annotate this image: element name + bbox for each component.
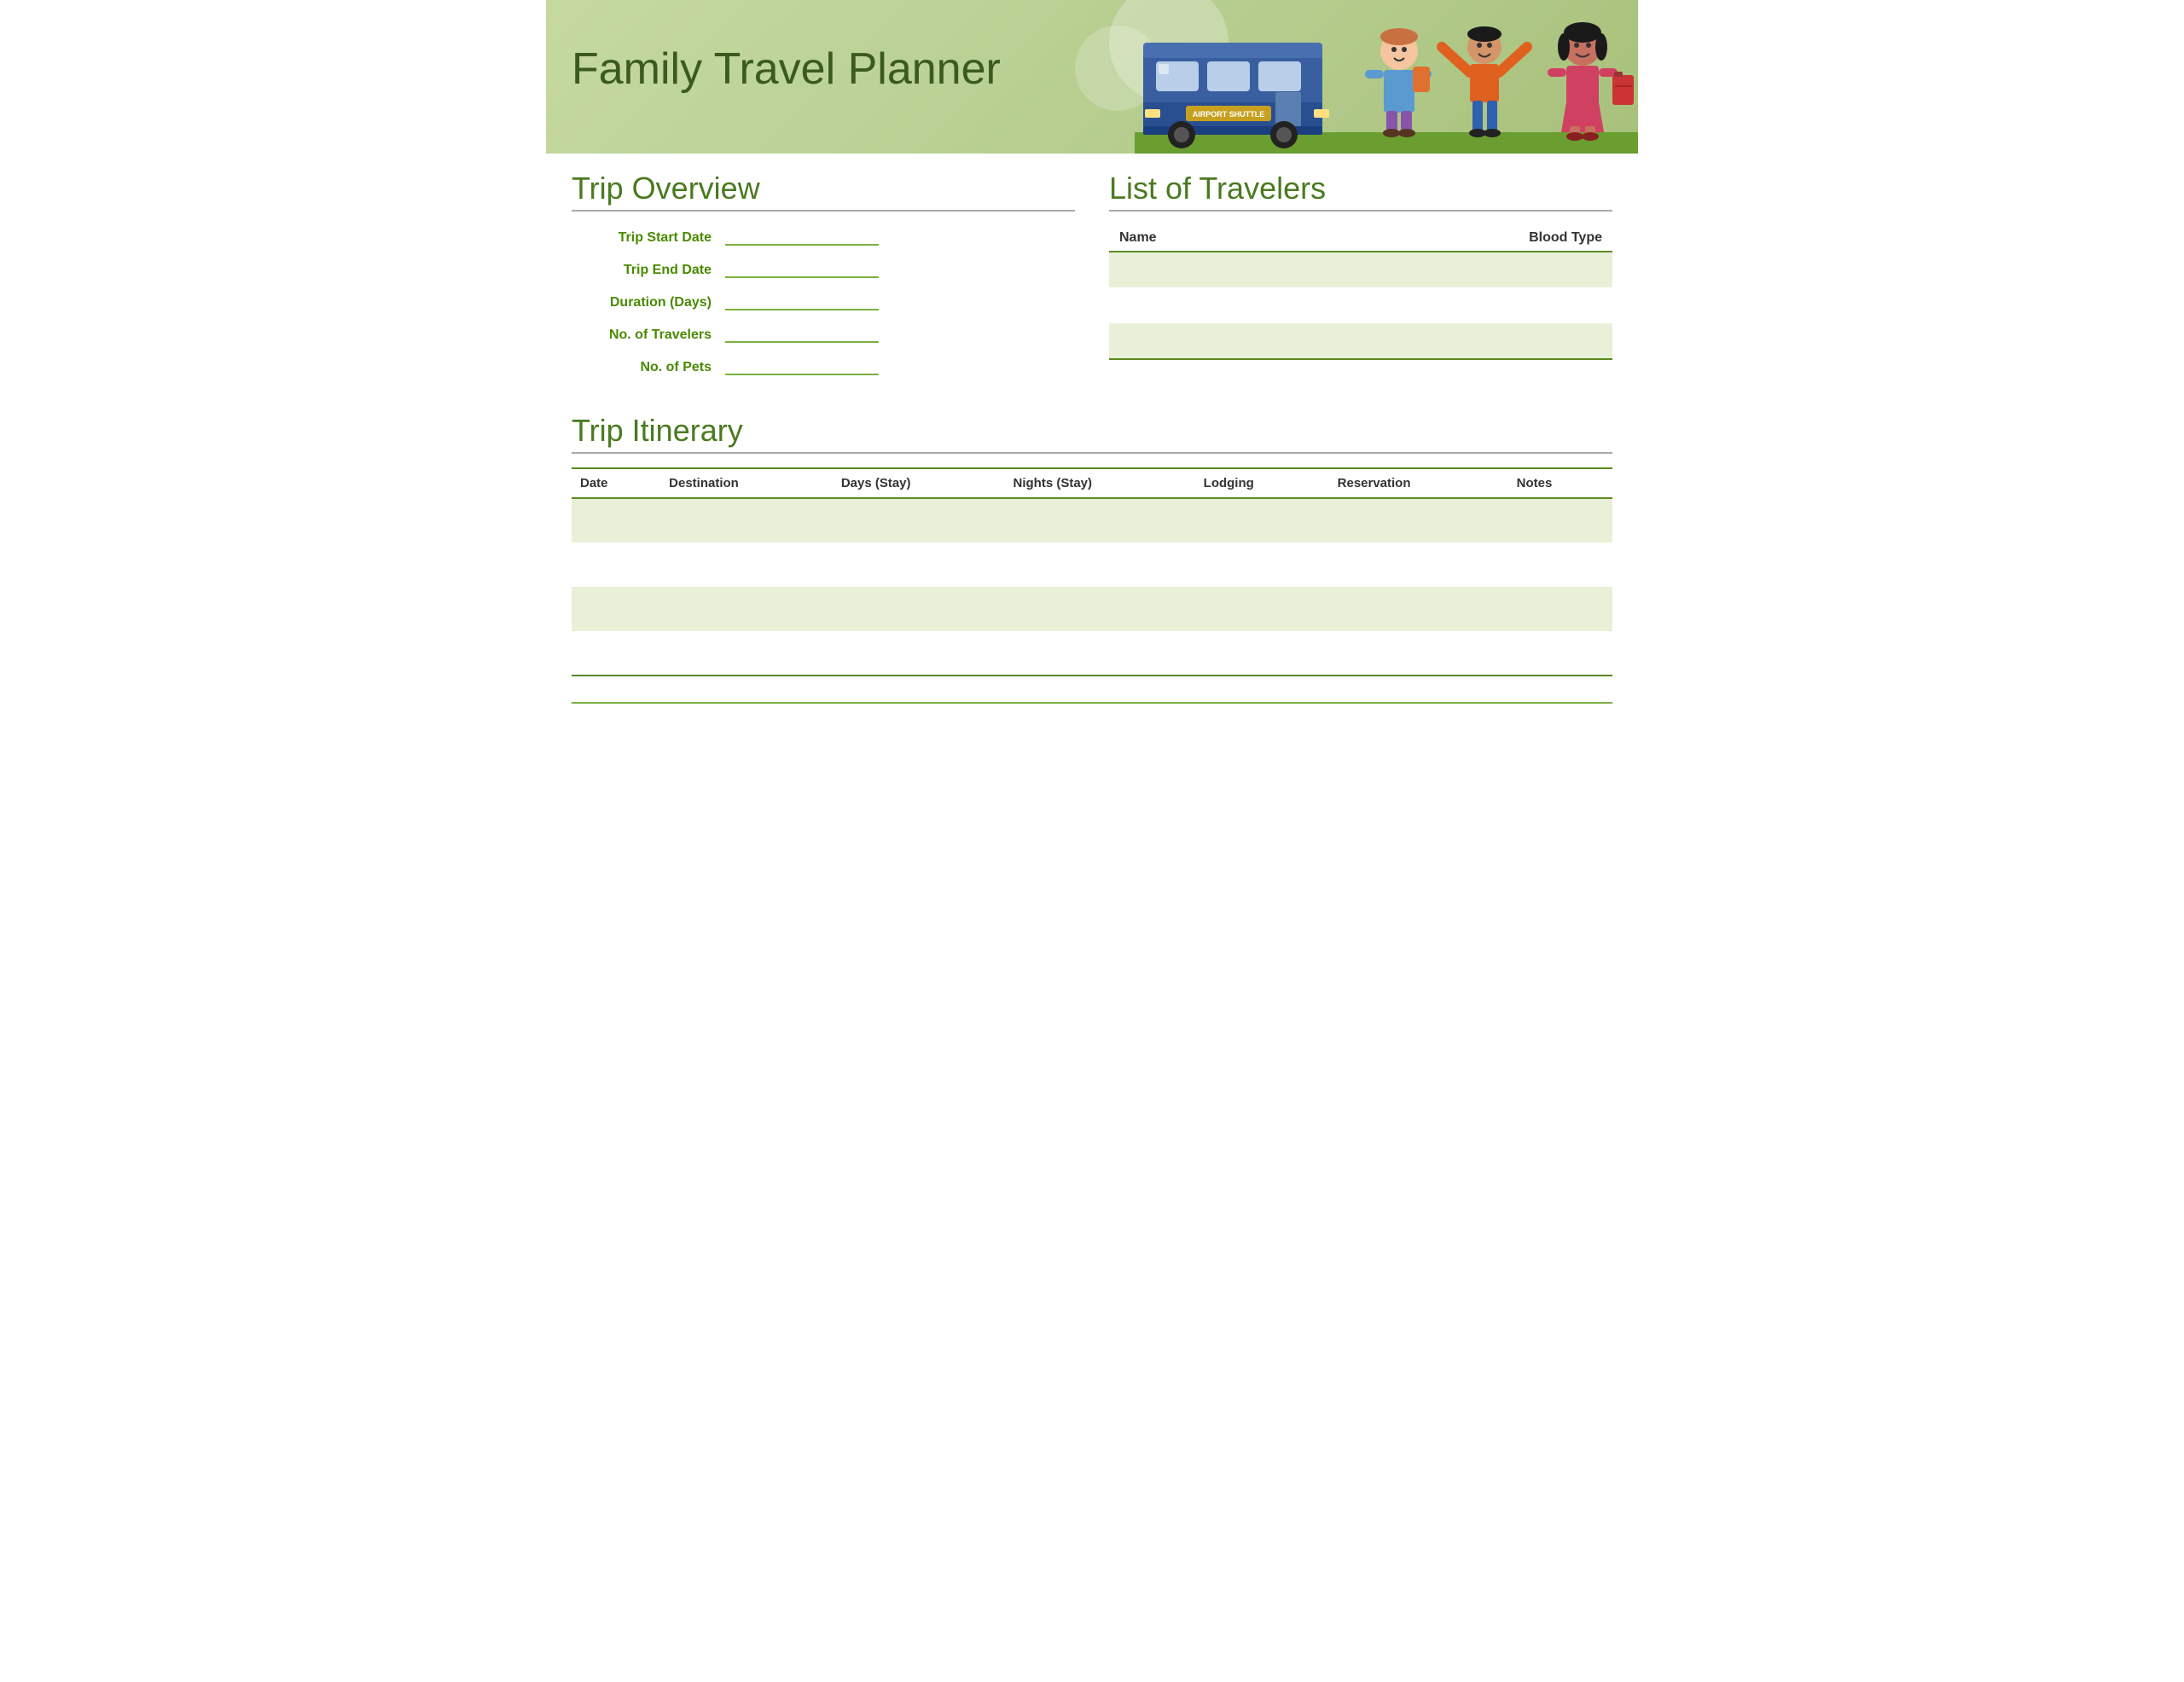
traveler-name-1[interactable] — [1109, 252, 1301, 287]
itin-notes-1[interactable] — [1508, 498, 1612, 542]
itinerary-panel: Trip Itinerary Date Destination Days (St… — [572, 413, 1612, 676]
itin-notes-4[interactable] — [1508, 631, 1612, 676]
table-row — [1109, 287, 1612, 323]
travelers-title: List of Travelers — [1109, 171, 1612, 212]
col-reservation: Reservation — [1329, 468, 1508, 498]
trip-start-date-row: Trip Start Date — [572, 225, 1075, 246]
traveler-blood-1[interactable] — [1301, 252, 1612, 287]
trip-end-date-row: Trip End Date — [572, 258, 1075, 278]
table-row — [572, 587, 1612, 631]
itinerary-title: Trip Itinerary — [572, 413, 1612, 454]
itin-nights-2[interactable] — [1005, 542, 1195, 587]
trip-start-date-label: Trip Start Date — [572, 230, 725, 246]
table-row — [572, 542, 1612, 587]
itin-nights-4[interactable] — [1005, 631, 1195, 676]
itin-days-3[interactable] — [833, 587, 1005, 631]
footer — [572, 702, 1612, 709]
itinerary-header-row: Date Destination Days (Stay) Nights (Sta… — [572, 468, 1612, 498]
itin-reservation-3[interactable] — [1329, 587, 1508, 631]
travelers-panel: List of Travelers Name Blood Type — [1109, 171, 1612, 387]
traveler-name-3[interactable] — [1109, 323, 1301, 359]
travelers-header-row: Name Blood Type — [1109, 225, 1612, 252]
itin-lodging-2[interactable] — [1195, 542, 1329, 587]
col-nights-stay: Nights (Stay) — [1005, 468, 1195, 498]
col-date: Date — [572, 468, 660, 498]
duration-input[interactable] — [725, 290, 879, 310]
itin-date-3[interactable] — [572, 587, 660, 631]
num-pets-input[interactable] — [725, 355, 879, 375]
table-row — [1109, 323, 1612, 359]
duration-label: Duration (Days) — [572, 295, 725, 310]
traveler-blood-2[interactable] — [1301, 287, 1612, 323]
trip-start-date-input[interactable] — [725, 225, 879, 246]
itin-dest-3[interactable] — [660, 587, 833, 631]
trip-end-date-input[interactable] — [725, 258, 879, 278]
top-section: Trip Overview Trip Start Date Trip End D… — [572, 171, 1612, 387]
people-illustration — [1331, 4, 1638, 154]
itin-days-1[interactable] — [833, 498, 1005, 542]
itin-reservation-1[interactable] — [1329, 498, 1508, 542]
table-row — [572, 498, 1612, 542]
num-travelers-label: No. of Travelers — [572, 328, 725, 343]
travelers-table: Name Blood Type — [1109, 225, 1612, 360]
trip-overview-title: Trip Overview — [572, 171, 1075, 212]
num-pets-row: No. of Pets — [572, 355, 1075, 375]
itin-lodging-1[interactable] — [1195, 498, 1329, 542]
itin-date-1[interactable] — [572, 498, 660, 542]
itin-date-2[interactable] — [572, 542, 660, 587]
itin-nights-1[interactable] — [1005, 498, 1195, 542]
main-content: Trip Overview Trip Start Date Trip End D… — [546, 154, 1638, 734]
num-travelers-input[interactable] — [725, 322, 879, 343]
itin-lodging-3[interactable] — [1195, 587, 1329, 631]
itin-dest-1[interactable] — [660, 498, 833, 542]
col-destination: Destination — [660, 468, 833, 498]
itin-lodging-4[interactable] — [1195, 631, 1329, 676]
itin-notes-2[interactable] — [1508, 542, 1612, 587]
itin-dest-4[interactable] — [660, 631, 833, 676]
trip-overview-panel: Trip Overview Trip Start Date Trip End D… — [572, 171, 1075, 387]
travelers-col-blood: Blood Type — [1301, 225, 1612, 252]
table-row — [572, 631, 1612, 676]
travelers-col-name: Name — [1109, 225, 1301, 252]
table-row — [1109, 252, 1612, 287]
bus-illustration: AIRPORT SHUTTLE — [1135, 17, 1339, 154]
itin-nights-3[interactable] — [1005, 587, 1195, 631]
col-days-stay: Days (Stay) — [833, 468, 1005, 498]
svg-text:AIRPORT SHUTTLE: AIRPORT SHUTTLE — [1193, 110, 1265, 119]
itin-reservation-4[interactable] — [1329, 631, 1508, 676]
traveler-blood-3[interactable] — [1301, 323, 1612, 359]
trip-end-date-label: Trip End Date — [572, 263, 725, 278]
itin-dest-2[interactable] — [660, 542, 833, 587]
itin-days-2[interactable] — [833, 542, 1005, 587]
itin-notes-3[interactable] — [1508, 587, 1612, 631]
page-header: Family Travel Planner — [546, 0, 1638, 154]
traveler-name-2[interactable] — [1109, 287, 1301, 323]
num-pets-label: No. of Pets — [572, 360, 725, 375]
itinerary-table: Date Destination Days (Stay) Nights (Sta… — [572, 467, 1612, 676]
col-notes: Notes — [1508, 468, 1612, 498]
itin-days-4[interactable] — [833, 631, 1005, 676]
num-travelers-row: No. of Travelers — [572, 322, 1075, 343]
itin-reservation-2[interactable] — [1329, 542, 1508, 587]
col-lodging: Lodging — [1195, 468, 1329, 498]
itin-date-4[interactable] — [572, 631, 660, 676]
duration-row: Duration (Days) — [572, 290, 1075, 310]
